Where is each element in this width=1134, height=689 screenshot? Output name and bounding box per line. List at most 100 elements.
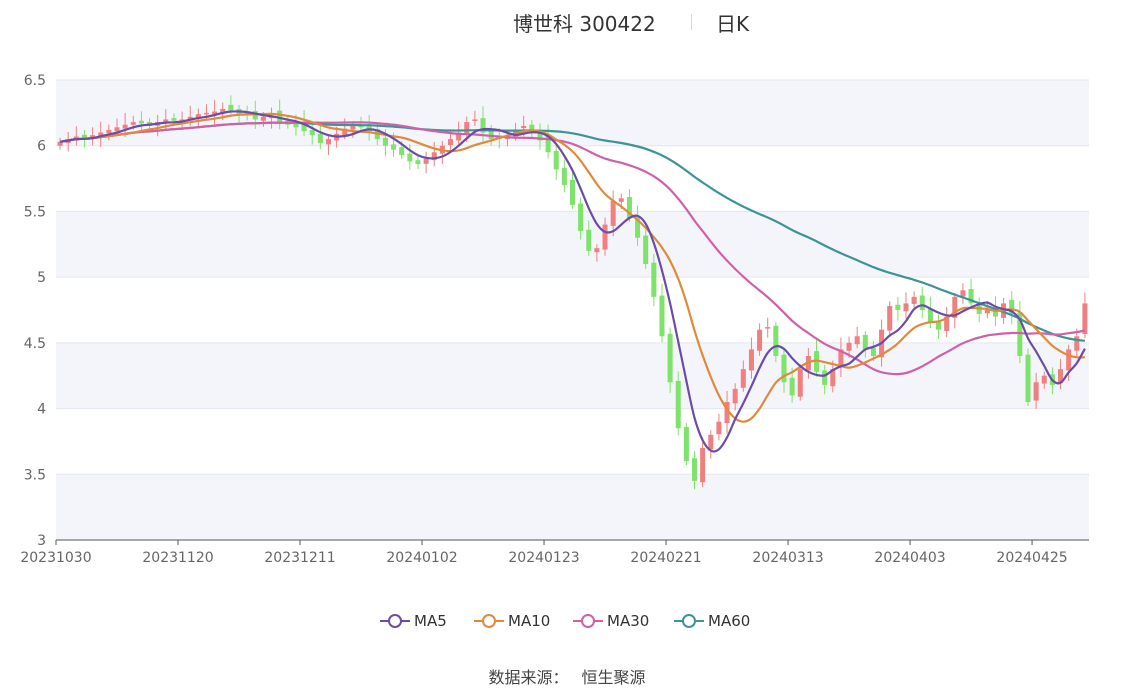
y-tick-label: 6 [37, 139, 46, 155]
ma30-line-icon [573, 614, 603, 628]
candle-body [407, 153, 413, 162]
candle-body [309, 129, 315, 136]
candle-body [765, 327, 771, 329]
legend-label-ma60: MA60 [708, 612, 751, 630]
candle-body [1033, 382, 1039, 401]
candle-body [260, 116, 266, 121]
candle-body [1066, 349, 1072, 371]
candle-body [919, 295, 925, 310]
x-tick-label: 20240425 [996, 550, 1067, 566]
legend-label-ma10: MA10 [508, 612, 551, 630]
candle-body [797, 369, 803, 397]
x-tick-label: 20240102 [386, 550, 457, 566]
y-tick-label: 4.5 [24, 336, 46, 352]
candle-body [81, 134, 87, 138]
candle-body [553, 150, 559, 170]
candle-body [447, 139, 454, 146]
candle-body [602, 224, 608, 250]
candle-body [846, 342, 852, 351]
chart-legend: MA5 MA10 MA30 MA60 [0, 612, 1134, 636]
candle-body [350, 126, 356, 130]
candle-body [748, 349, 754, 371]
candle-body [1041, 375, 1047, 384]
grid-band [56, 474, 1089, 540]
candle-body [114, 127, 120, 132]
candle-body [325, 139, 332, 145]
candle-body [691, 458, 698, 481]
candle-body [391, 144, 397, 150]
grid-band [56, 342, 1089, 409]
candle-body [675, 380, 681, 429]
legend-item-ma30[interactable]: MA30 [573, 612, 649, 630]
candle-body [789, 377, 795, 396]
candle-body [862, 334, 868, 350]
candle-body [708, 434, 714, 450]
legend-item-ma60[interactable]: MA60 [674, 612, 750, 630]
candle-body [903, 303, 909, 312]
candle-body [667, 333, 673, 383]
x-tick-label: 20240221 [630, 550, 701, 566]
candle-body [561, 168, 567, 186]
candle-body [586, 229, 592, 251]
data-source: 数据来源： 恒生聚源 [0, 664, 1134, 688]
legend-item-ma10[interactable]: MA10 [474, 612, 550, 630]
candle-body [228, 104, 234, 111]
candle-body [472, 119, 478, 122]
legend-label-ma30: MA30 [607, 612, 650, 630]
x-tick-label: 20240403 [874, 550, 945, 566]
candle-body [911, 296, 917, 304]
candle-body [643, 235, 649, 264]
candle-body [1074, 336, 1080, 351]
candle-body [203, 112, 209, 115]
candle-body [106, 129, 112, 134]
candle-body [757, 329, 763, 351]
candle-body [618, 198, 624, 202]
candle-body [683, 426, 689, 462]
candle-body [870, 348, 876, 356]
candle-body [399, 147, 405, 155]
ma60-line-icon [674, 614, 704, 628]
candle-body [773, 325, 779, 356]
x-tick-label: 20240313 [752, 550, 823, 566]
candle-body [521, 126, 527, 129]
kline-chart: 3 3.5 4 4.5 5 5.5 6 6.5 20231030 20231120 20231211… [20, 73, 1089, 566]
candle-body [1082, 303, 1088, 335]
candle-body [122, 124, 128, 129]
y-tick-label: 6.5 [24, 73, 46, 89]
source-label: 数据来源： [488, 668, 569, 687]
candle-body [130, 122, 136, 125]
candle-body [382, 137, 388, 146]
candle-body [960, 290, 966, 297]
y-tick-label: 5.5 [24, 204, 46, 220]
candle-body [569, 179, 576, 205]
y-tick-label: 3.5 [24, 467, 46, 483]
candle-body [423, 158, 429, 164]
candle-body [732, 388, 738, 404]
candle-body [1025, 354, 1031, 402]
ma10-line-icon [474, 614, 504, 628]
candle-body [464, 122, 470, 134]
candle-body [700, 448, 706, 483]
candle-body [317, 133, 323, 144]
candle-body [651, 262, 657, 297]
y-tick-label: 3 [37, 533, 46, 549]
candle-body [854, 336, 860, 345]
candle-body [610, 200, 616, 226]
candle-body [594, 248, 600, 253]
candle-body [887, 306, 893, 331]
source-value: 恒生聚源 [581, 668, 646, 687]
x-tick-label: 20240123 [508, 550, 579, 566]
legend-label-ma5: MA5 [414, 612, 447, 630]
candle-body [277, 110, 283, 123]
x-tick-label: 20231211 [264, 550, 335, 566]
candle-body [822, 370, 828, 385]
ma5-line-icon [380, 614, 410, 628]
candle-body [659, 295, 665, 337]
x-tick-label: 20231120 [142, 550, 213, 566]
candle-body [171, 118, 177, 121]
y-tick-label: 4 [37, 402, 46, 418]
candle-body [415, 160, 421, 165]
candle-body [895, 304, 901, 310]
candle-body [138, 120, 144, 124]
legend-item-ma5[interactable]: MA5 [380, 612, 447, 630]
